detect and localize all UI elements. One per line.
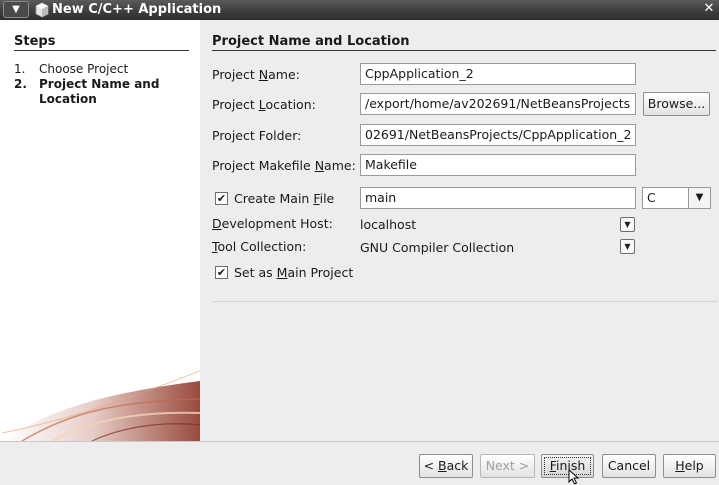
label-text: ack: [446, 458, 469, 473]
main-file-name-input[interactable]: main: [360, 187, 636, 209]
label-text: elp: [684, 458, 704, 473]
section-divider: [212, 301, 718, 302]
label-text: <: [423, 458, 439, 473]
close-icon[interactable]: ✕: [700, 1, 718, 18]
project-name-label: Project Name:: [212, 67, 300, 82]
label-text: ocation:: [265, 97, 316, 112]
label-text: ain Project: [287, 265, 354, 280]
window-menu-icon[interactable]: ▼: [3, 1, 29, 18]
set-main-project-checkbox[interactable]: ✔: [215, 266, 228, 279]
label-text: ame:: [324, 158, 356, 173]
netbeans-cube-icon: [35, 2, 49, 18]
mnemonic: H: [675, 458, 685, 473]
mnemonic: L: [258, 97, 266, 112]
create-main-file-checkbox[interactable]: ✔: [215, 192, 228, 205]
mnemonic: N: [258, 67, 269, 82]
step-label: Project Name and Location: [39, 77, 160, 106]
browse-button[interactable]: Browse...: [643, 92, 710, 116]
section-title: Project Name and Location: [212, 34, 716, 51]
steps-title: Steps: [14, 34, 189, 51]
mnemonic: B: [438, 458, 447, 473]
next-button[interactable]: Next >: [480, 454, 535, 478]
decorative-swirl-image: [2, 370, 200, 441]
project-location-input[interactable]: /export/home/av202691/NetBeansProjects: [360, 93, 636, 115]
label-text: Project: [212, 67, 259, 82]
tool-collection-select[interactable]: GNU Compiler Collection: [360, 240, 514, 255]
chevron-down-icon[interactable]: ▼: [688, 188, 710, 208]
project-form-panel: Project Name and Location Project Name: …: [200, 20, 719, 441]
step-label: Choose Project: [39, 62, 129, 76]
label-text: ame:: [268, 67, 300, 82]
create-main-file-label[interactable]: Create Main File: [234, 191, 334, 206]
label-text: Project: [212, 97, 259, 112]
makefile-name-label: Project Makefile Name:: [212, 158, 356, 173]
label-text: evelopment Host:: [221, 216, 333, 231]
cancel-button[interactable]: Cancel: [602, 454, 656, 478]
label-text: ool Collection:: [217, 239, 307, 254]
project-folder-input[interactable]: 02691/NetBeansProjects/CppApplication_2: [360, 124, 636, 146]
window-titlebar: ▼ New C/C++ Application ✕: [0, 0, 719, 20]
step-number: 2.: [14, 77, 27, 91]
mnemonic: M: [276, 265, 288, 280]
chevron-down-icon[interactable]: ▼: [620, 217, 635, 232]
label-text: Project Makefile: [212, 158, 315, 173]
makefile-name-input[interactable]: Makefile: [360, 154, 636, 176]
chevron-down-icon[interactable]: ▼: [620, 239, 635, 254]
help-button[interactable]: Help: [663, 454, 716, 478]
label-text: Create Main: [234, 191, 314, 206]
mouse-cursor-icon: [568, 469, 580, 485]
mnemonic: D: [212, 216, 222, 231]
project-location-label: Project Location:: [212, 97, 316, 112]
development-host-label: Development Host:: [212, 216, 333, 231]
step-number: 1.: [14, 62, 26, 76]
tool-collection-label: Tool Collection:: [212, 239, 306, 254]
set-main-project-label[interactable]: Set as Main Project: [234, 265, 353, 280]
wizard-button-bar: < Back Next > Finish Cancel Help: [0, 441, 719, 485]
development-host-select[interactable]: localhost: [360, 217, 416, 232]
label-text: Set as: [234, 265, 277, 280]
project-name-input[interactable]: CppApplication_2: [360, 63, 636, 85]
back-button[interactable]: < Back: [419, 454, 473, 478]
project-folder-label: Project Folder:: [212, 128, 302, 143]
steps-panel: Steps 1. Choose Project 2. Project Name …: [2, 20, 200, 441]
language-select-value: C: [647, 190, 656, 205]
label-text: ile: [319, 191, 335, 206]
mnemonic: N: [314, 158, 325, 173]
language-select[interactable]: C ▼: [642, 187, 711, 209]
window-title: New C/C++ Application: [52, 2, 222, 17]
